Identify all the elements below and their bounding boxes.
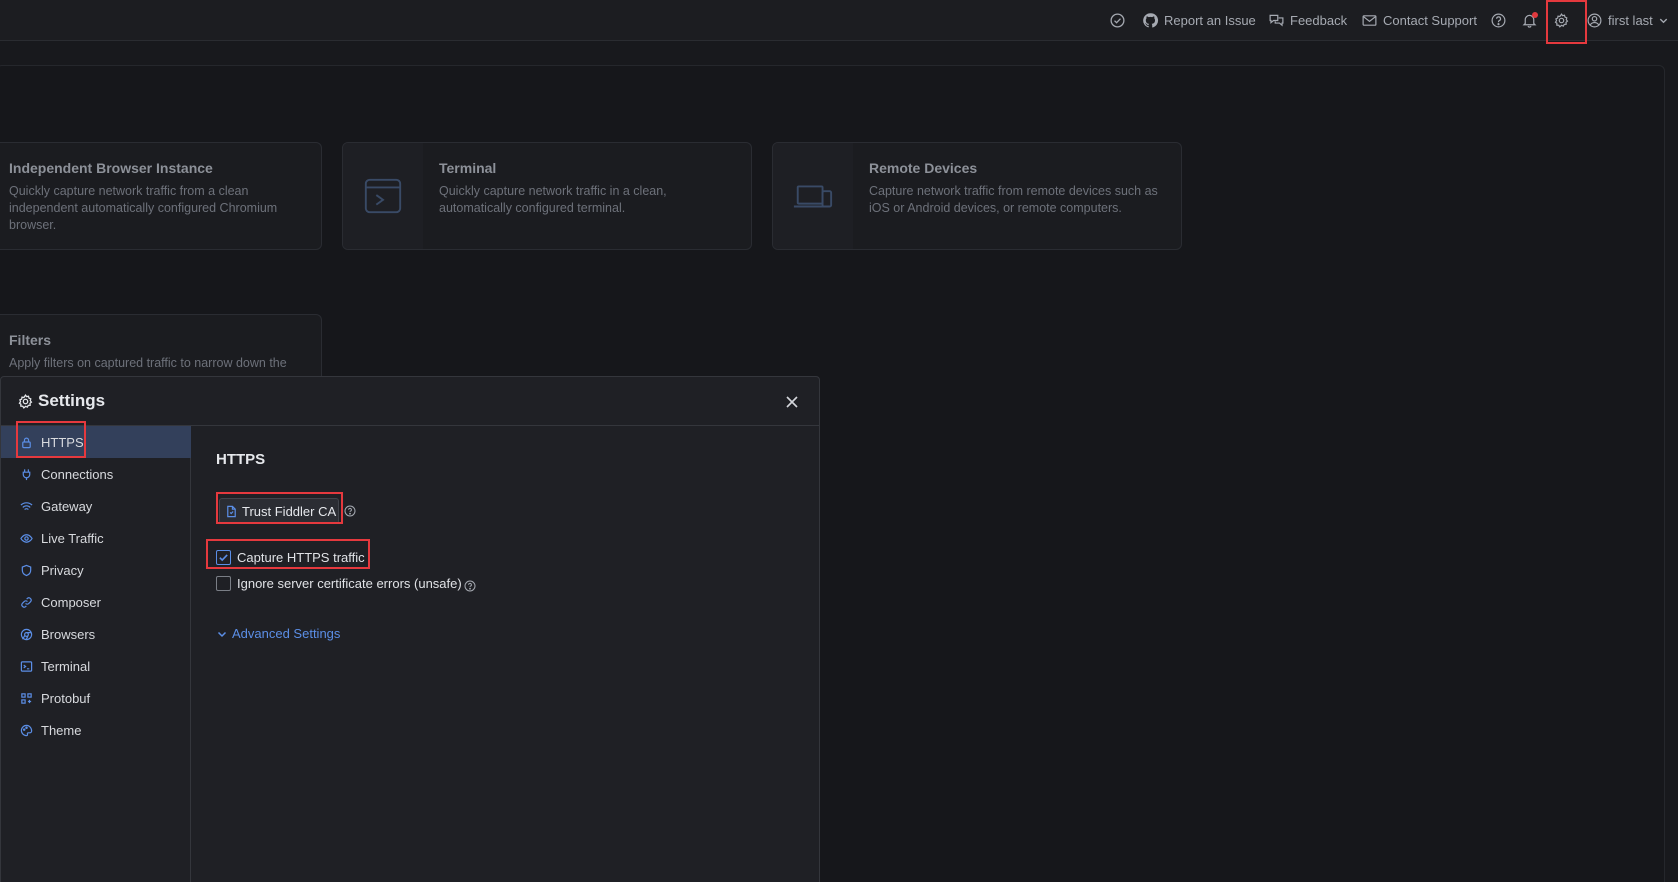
- feedback-label: Feedback: [1290, 12, 1348, 28]
- user-menu[interactable]: first last: [1586, 10, 1669, 30]
- sidebar-item-gateway[interactable]: Gateway: [1, 490, 191, 522]
- help-icon[interactable]: [1490, 10, 1507, 30]
- contact-support-label: Contact Support: [1383, 12, 1477, 28]
- card-terminal[interactable]: Terminal Quickly capture network traffic…: [342, 142, 752, 250]
- sidebar-item-label: Terminal: [41, 658, 91, 674]
- ignore-cert-label: Ignore server certificate errors (unsafe…: [237, 576, 462, 591]
- sidebar-item-label: Protobuf: [41, 690, 91, 706]
- palette-icon: [20, 724, 33, 736]
- sidebar-item-composer[interactable]: Composer: [1, 586, 191, 618]
- sidebar-item-label: HTTPS: [41, 434, 84, 450]
- notification-badge: [1532, 12, 1538, 18]
- user-avatar-icon: [1587, 13, 1602, 27]
- advanced-settings-link[interactable]: Advanced Settings: [216, 626, 340, 641]
- card-title: Remote Devices: [869, 160, 978, 176]
- browser-icon: [20, 628, 33, 640]
- sidebar-item-https[interactable]: HTTPS: [1, 426, 191, 458]
- github-icon: [1143, 12, 1159, 27]
- settings-sidebar: HTTPS Connections Gateway Live Traffic P…: [1, 426, 191, 882]
- sidebar-item-label: Privacy: [41, 562, 84, 578]
- settings-gear-button[interactable]: [1553, 10, 1570, 30]
- card-independent-browser[interactable]: Independent Browser Instance Quickly cap…: [0, 142, 322, 250]
- card-remote-devices[interactable]: Remote Devices Capture network traffic f…: [772, 142, 1182, 250]
- plug-icon: [22, 468, 31, 480]
- chat-bubbles-icon: [1269, 14, 1284, 26]
- capture-https-label: Capture HTTPS traffic: [237, 550, 365, 565]
- sidebar-item-privacy[interactable]: Privacy: [1, 554, 191, 586]
- status-check-icon[interactable]: [1109, 10, 1126, 30]
- trust-fiddler-ca-button[interactable]: Trust Fiddler CA: [219, 498, 339, 524]
- settings-dialog: Settings HTTPS Connections Gateway Live …: [0, 376, 820, 882]
- sidebar-item-browsers[interactable]: Browsers: [1, 618, 191, 650]
- dialog-header: Settings: [1, 377, 819, 426]
- terminal-icon: [20, 660, 33, 672]
- eye-icon: [20, 533, 33, 543]
- chevron-down-icon: [1659, 18, 1667, 23]
- mail-icon: [1362, 14, 1377, 26]
- help-icon[interactable]: [464, 580, 476, 592]
- section-title: HTTPS: [216, 451, 266, 468]
- help-icon[interactable]: [344, 505, 356, 517]
- card-description: Apply filters on captured traffic to nar…: [9, 356, 287, 370]
- close-icon[interactable]: [783, 393, 801, 411]
- terminal-window-icon: [364, 178, 402, 214]
- card-description: Quickly capture network traffic in a cle…: [439, 184, 667, 215]
- sidebar-item-protobuf[interactable]: Protobuf: [1, 682, 191, 714]
- card-title: Filters: [9, 332, 52, 348]
- sidebar-item-label: Theme: [41, 722, 82, 738]
- top-bar: Report an Issue Feedback Contact Support…: [0, 0, 1678, 41]
- report-issue-link[interactable]: Report an Issue: [1142, 10, 1256, 30]
- certificate-icon: [227, 505, 236, 517]
- link-icon: [21, 596, 32, 608]
- contact-support-link[interactable]: Contact Support: [1361, 10, 1477, 30]
- card-description: Capture network traffic from remote devi…: [869, 184, 1158, 215]
- card-description: Quickly capture network traffic from a c…: [9, 184, 278, 232]
- chevron-down-icon: [217, 631, 227, 637]
- sidebar-item-live-traffic[interactable]: Live Traffic: [1, 522, 191, 554]
- settings-content: HTTPS Trust Fiddler CA Capture HTTPS tra…: [192, 426, 820, 882]
- advanced-settings-label: Advanced Settings: [232, 626, 341, 641]
- sidebar-item-terminal[interactable]: Terminal: [1, 650, 191, 682]
- ignore-cert-checkbox-row[interactable]: Ignore server certificate errors (unsafe…: [216, 576, 462, 591]
- protobuf-icon: [21, 692, 32, 704]
- lock-icon: [22, 437, 31, 448]
- notifications-bell-icon[interactable]: [1521, 10, 1538, 30]
- capture-https-checkbox[interactable]: [216, 550, 231, 565]
- remote-card-icon-col: [773, 143, 853, 249]
- shield-icon: [21, 564, 32, 576]
- trust-fiddler-ca-label: Trust Fiddler CA: [242, 503, 337, 519]
- sidebar-item-label: Gateway: [41, 498, 93, 514]
- gear-icon: [18, 394, 33, 409]
- sidebar-item-label: Connections: [41, 466, 114, 482]
- user-name: first last: [1608, 12, 1653, 28]
- ignore-cert-checkbox[interactable]: [216, 576, 231, 591]
- sidebar-item-theme[interactable]: Theme: [1, 714, 191, 746]
- devices-icon: [793, 185, 833, 208]
- gear-icon: [1554, 12, 1569, 28]
- capture-https-checkbox-row[interactable]: Capture HTTPS traffic: [216, 550, 365, 565]
- report-issue-label: Report an Issue: [1164, 12, 1256, 28]
- sidebar-item-label: Live Traffic: [41, 530, 104, 546]
- sidebar-item-label: Composer: [41, 594, 101, 610]
- card-title: Independent Browser Instance: [9, 160, 213, 176]
- terminal-card-icon-col: [343, 143, 423, 249]
- sidebar-item-label: Browsers: [41, 626, 96, 642]
- card-title: Terminal: [439, 160, 497, 176]
- dialog-title: Settings: [38, 391, 106, 410]
- feedback-link[interactable]: Feedback: [1268, 10, 1347, 30]
- checkmark-icon: [219, 554, 228, 562]
- sidebar-item-connections[interactable]: Connections: [1, 458, 191, 490]
- wifi-icon: [20, 501, 33, 510]
